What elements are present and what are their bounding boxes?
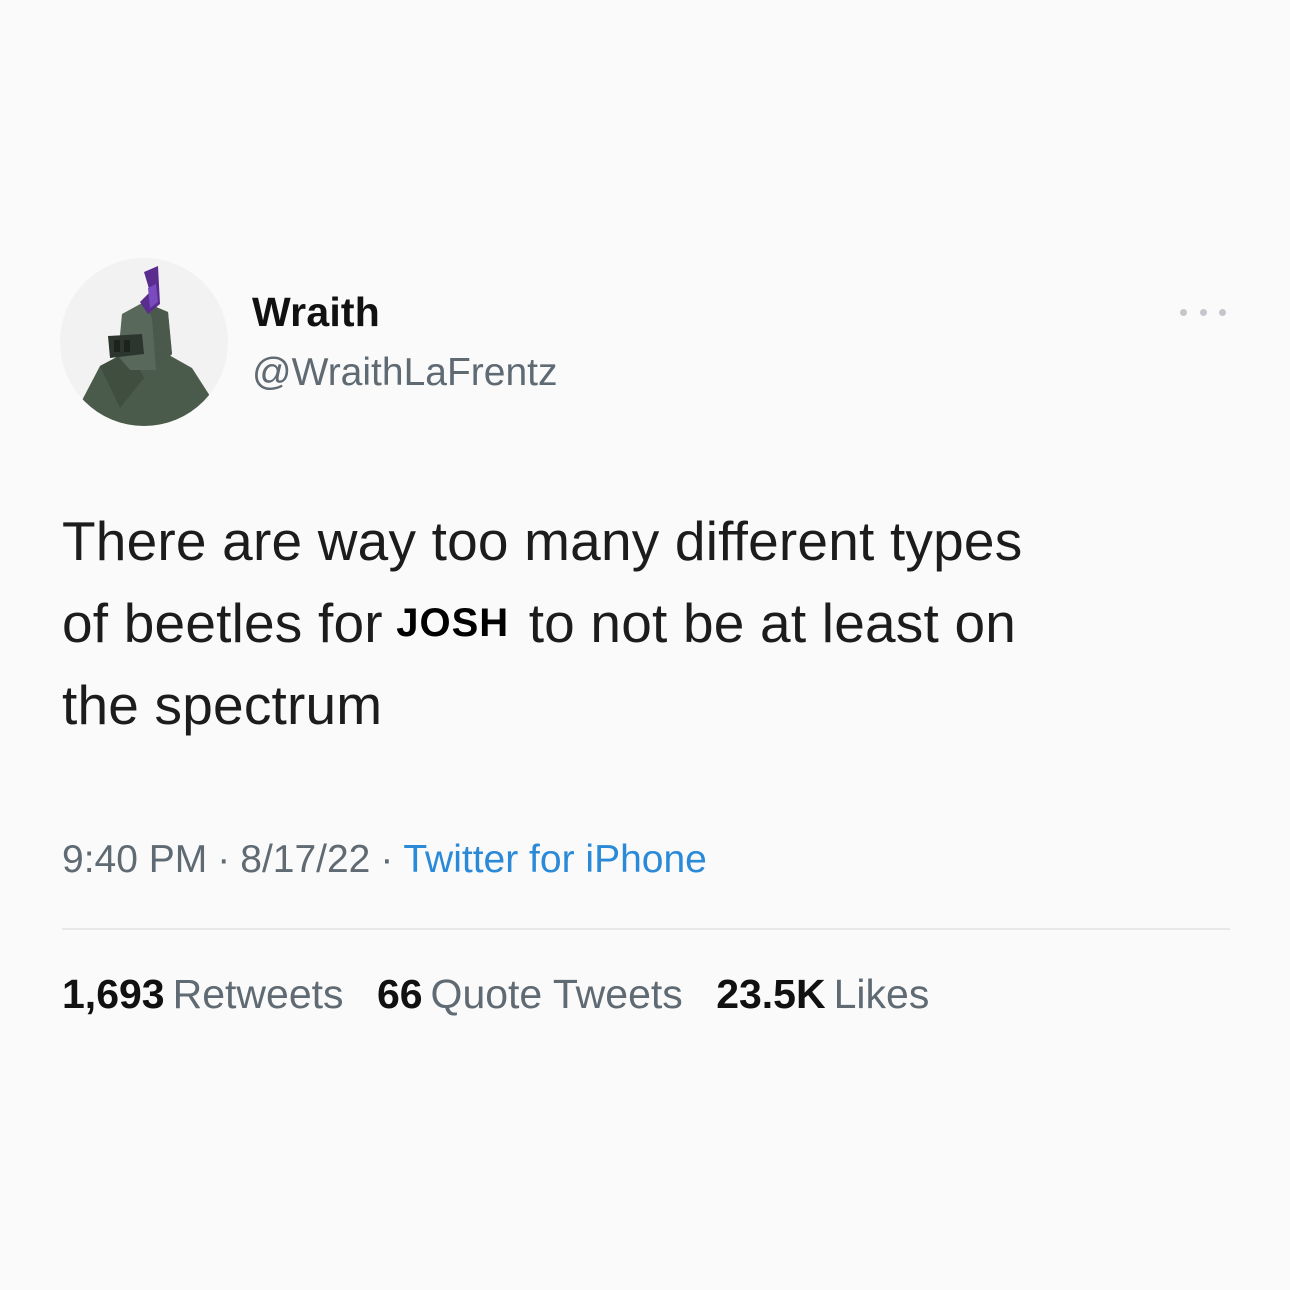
menu-dot	[1180, 308, 1187, 316]
divider	[62, 928, 1230, 930]
tweet-line-1: There are way too many different types	[62, 510, 1023, 572]
tweet-line-2-start: of beetles for	[62, 592, 383, 654]
tweet-card: Wraith @WraithLaFrentz There are way too…	[0, 0, 1290, 1290]
knight-helmet-avatar-icon[interactable]	[60, 258, 228, 426]
likes-count: 23.5K	[716, 971, 826, 1017]
tweet-date[interactable]: 8/17/22	[240, 838, 370, 881]
author-handle[interactable]: @WraithLaFrentz	[252, 350, 557, 396]
tweet-meta: 9:40 PM · 8/17/22 · Twitter for iPhone	[62, 834, 707, 886]
quote-tweets-stat[interactable]: 66 Quote Tweets	[377, 971, 683, 1017]
meta-separator: ·	[380, 838, 394, 881]
tweet-line-2: of beetles for JOSH to not be at least o…	[62, 582, 1242, 664]
quote-tweets-label: Quote Tweets	[430, 971, 683, 1017]
tweet-stats: 1,693 Retweets 66 Quote Tweets 23.5K Likes	[62, 968, 951, 1020]
tweet-source-link[interactable]: Twitter for iPhone	[403, 838, 706, 881]
name-overlay-text: JOSH	[396, 601, 510, 645]
more-horizontal-icon[interactable]	[1180, 300, 1226, 324]
retweets-count: 1,693	[62, 971, 165, 1017]
retweets-label: Retweets	[172, 971, 344, 1017]
likes-label: Likes	[833, 971, 930, 1017]
retweets-stat[interactable]: 1,693 Retweets	[62, 971, 344, 1017]
meta-separator: ·	[217, 838, 231, 881]
tweet-line-3: the spectrum	[62, 674, 383, 736]
menu-dot	[1199, 308, 1207, 316]
quote-tweets-count: 66	[376, 971, 423, 1017]
menu-dot	[1219, 308, 1226, 316]
tweet-body: There are way too many different types o…	[62, 500, 1242, 746]
tweet-line-2-end: to not be at least on	[528, 592, 1017, 654]
likes-stat[interactable]: 23.5K Likes	[716, 971, 929, 1017]
author-display-name[interactable]: Wraith	[252, 288, 380, 336]
tweet-time[interactable]: 9:40 PM	[62, 838, 207, 881]
